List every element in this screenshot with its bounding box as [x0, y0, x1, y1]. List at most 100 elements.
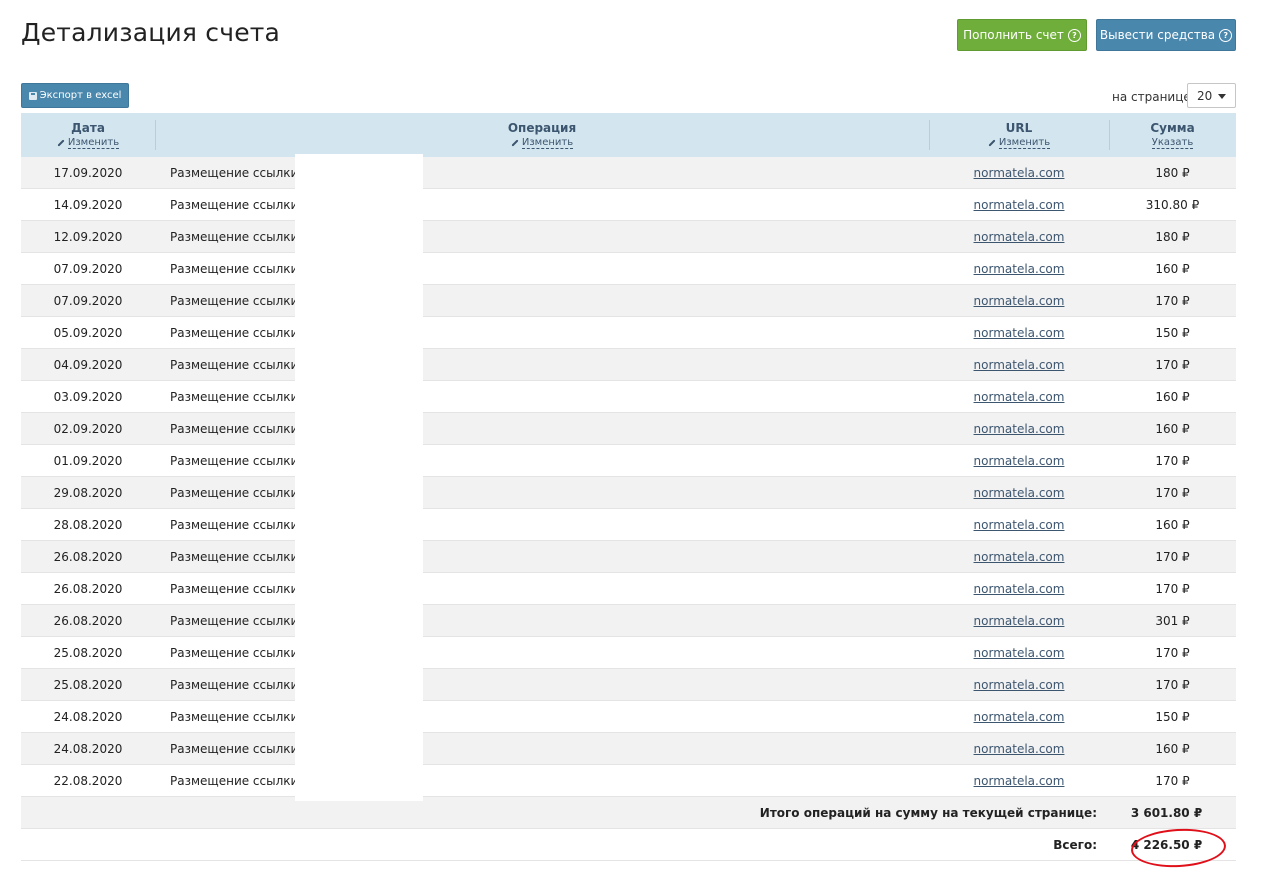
cell-operation: Размещение ссылки на — [170, 581, 318, 596]
cell-date: 07.09.2020 — [53, 261, 123, 276]
transactions-table: Дата Изменить Операция Изменить URL Изме… — [21, 113, 1236, 861]
cell-url: normatela.com — [929, 454, 1109, 468]
cell-sum: 180 ₽ — [1155, 229, 1190, 244]
cell-operation: Размещение ссылки на — [170, 229, 318, 244]
column-divider — [155, 120, 156, 150]
url-link[interactable]: normatela.com — [974, 262, 1065, 276]
cell-date: 12.09.2020 — [53, 229, 123, 244]
url-link[interactable]: normatela.com — [974, 326, 1065, 340]
grand-total-label: Всего: — [1053, 837, 1097, 852]
cell-sum: 150 ₽ — [1155, 709, 1190, 724]
column-header-operation: Операция Изменить — [155, 113, 929, 157]
cell-sum: 160 ₽ — [1155, 421, 1190, 436]
cell-url: normatela.com — [929, 550, 1109, 564]
url-link[interactable]: normatela.com — [974, 518, 1065, 532]
cell-date: 25.08.2020 — [53, 677, 123, 692]
per-page-value: 20 — [1197, 88, 1213, 103]
pencil-icon — [988, 139, 996, 147]
cell-operation: Размещение ссылки на — [170, 325, 318, 340]
withdraw-button-label: Вывести средства — [1099, 28, 1216, 42]
help-icon: ? — [1219, 28, 1233, 42]
column-title: Сумма — [1150, 121, 1195, 135]
cell-url: normatela.com — [929, 486, 1109, 500]
cell-url: normatela.com — [929, 422, 1109, 436]
cell-url: normatela.com — [929, 198, 1109, 212]
column-action[interactable]: Изменить — [988, 137, 1051, 149]
url-link[interactable]: normatela.com — [974, 710, 1065, 724]
topup-button-label: Пополнить счет — [963, 28, 1064, 42]
page-total-value: 3 601.80 ₽ — [1130, 805, 1203, 820]
url-link[interactable]: normatela.com — [974, 486, 1065, 500]
cell-url: normatela.com — [929, 614, 1109, 628]
url-link[interactable]: normatela.com — [974, 294, 1065, 308]
caret-down-icon — [1218, 94, 1226, 99]
cell-operation: Размещение ссылки на — [170, 389, 318, 404]
url-link[interactable]: normatela.com — [974, 646, 1065, 660]
column-action[interactable]: Изменить — [57, 137, 120, 149]
cell-sum: 301 ₽ — [1155, 613, 1190, 628]
table-row: 07.09.2020 Размещение ссылки на normatela.… — [21, 285, 1236, 317]
table-row: 29.08.2020 Размещение ссылки на normatela.… — [21, 477, 1236, 509]
cell-operation: Размещение ссылки на — [170, 453, 318, 468]
cell-url: normatela.com — [929, 262, 1109, 276]
cell-date: 04.09.2020 — [53, 357, 123, 372]
cell-url: normatela.com — [929, 230, 1109, 244]
url-link[interactable]: normatela.com — [974, 614, 1065, 628]
export-excel-button[interactable]: Экспорт в excel — [21, 83, 129, 108]
cell-operation: Размещение ссылки на — [170, 261, 318, 276]
withdraw-button[interactable]: Вывести средства ? — [1096, 19, 1236, 51]
cell-date: 24.08.2020 — [53, 741, 123, 756]
cell-date: 26.08.2020 — [53, 581, 123, 596]
cell-operation: Размещение ссылки на — [170, 421, 318, 436]
url-link[interactable]: normatela.com — [974, 390, 1065, 404]
page-total-label: Итого операций на сумму на текущей стран… — [759, 805, 1097, 820]
cell-date: 28.08.2020 — [53, 517, 123, 532]
pencil-icon — [511, 139, 519, 147]
url-link[interactable]: normatela.com — [974, 230, 1065, 244]
cell-url: normatela.com — [929, 358, 1109, 372]
url-link[interactable]: normatela.com — [974, 422, 1065, 436]
table-row: 28.08.2020 Размещение ссылки на normatela.… — [21, 509, 1236, 541]
cell-date: 26.08.2020 — [53, 613, 123, 628]
table-row: 22.08.2020 Размещение ссылки на normatela.… — [21, 765, 1236, 797]
table-row: 02.09.2020 Размещение ссылки на normatela.… — [21, 413, 1236, 445]
topup-button[interactable]: Пополнить счет ? — [957, 19, 1087, 51]
url-link[interactable]: normatela.com — [974, 198, 1065, 212]
cell-date: 26.08.2020 — [53, 549, 123, 564]
url-link[interactable]: normatela.com — [974, 582, 1065, 596]
column-action[interactable]: Указать — [1151, 137, 1194, 149]
cell-sum: 170 ₽ — [1155, 293, 1190, 308]
table-row: 25.08.2020 Размещение ссылки на normatela.… — [21, 669, 1236, 701]
url-link[interactable]: normatela.com — [974, 358, 1065, 372]
url-link[interactable]: normatela.com — [974, 454, 1065, 468]
table-row: 14.09.2020 Размещение ссылки на normatela.… — [21, 189, 1236, 221]
cell-operation: Размещение ссылки на — [170, 293, 318, 308]
column-action[interactable]: Изменить — [511, 137, 574, 149]
cell-url: normatela.com — [929, 742, 1109, 756]
cell-url: normatela.com — [929, 390, 1109, 404]
cell-url: normatela.com — [929, 646, 1109, 660]
url-link[interactable]: normatela.com — [974, 678, 1065, 692]
cell-operation: Размещение ссылки на — [170, 357, 318, 372]
cell-operation: Размещение ссылки на — [170, 197, 318, 212]
cell-date: 24.08.2020 — [53, 709, 123, 724]
cell-operation: Размещение ссылки на — [170, 165, 318, 180]
url-link[interactable]: normatela.com — [974, 550, 1065, 564]
per-page-select[interactable]: 20 — [1187, 83, 1236, 108]
cell-date: 22.08.2020 — [53, 773, 123, 788]
cell-sum: 160 ₽ — [1155, 741, 1190, 756]
cell-date: 01.09.2020 — [53, 453, 123, 468]
redaction-block — [295, 154, 423, 801]
cell-date: 07.09.2020 — [53, 293, 123, 308]
table-row: 25.08.2020 Размещение ссылки на normatela.… — [21, 637, 1236, 669]
table-row: 07.09.2020 Размещение ссылки на normatela.… — [21, 253, 1236, 285]
url-link[interactable]: normatela.com — [974, 774, 1065, 788]
table-row: 26.08.2020 Размещение ссылки на normatela.… — [21, 605, 1236, 637]
cell-operation: Размещение ссылки на — [170, 645, 318, 660]
url-link[interactable]: normatela.com — [974, 742, 1065, 756]
url-link[interactable]: normatela.com — [974, 166, 1065, 180]
table-row: 01.09.2020 Размещение ссылки на normatela.… — [21, 445, 1236, 477]
cell-sum: 170 ₽ — [1155, 357, 1190, 372]
cell-url: normatela.com — [929, 518, 1109, 532]
cell-operation: Размещение ссылки на — [170, 773, 318, 788]
